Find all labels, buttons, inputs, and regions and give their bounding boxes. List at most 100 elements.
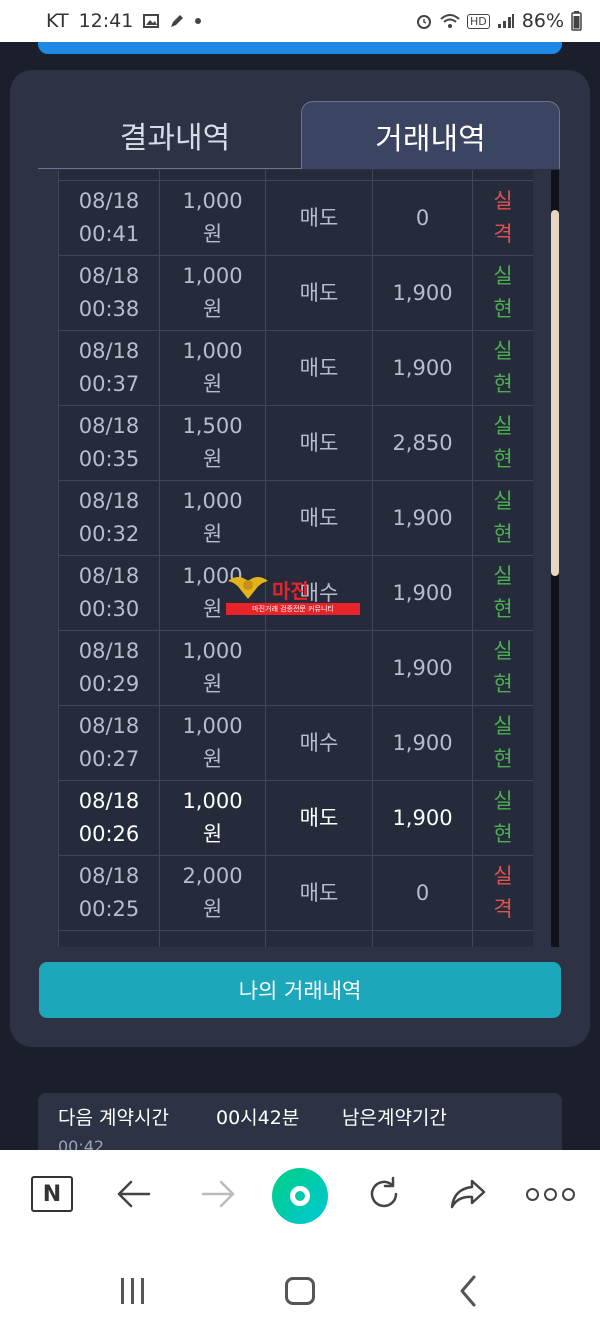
trade-payout: 1,900 xyxy=(373,631,473,705)
trade-amount: 1,000 원 xyxy=(160,256,266,330)
naver-icon: N xyxy=(31,1176,73,1212)
wifi-icon xyxy=(440,13,460,29)
trade-type: 매도 xyxy=(266,481,373,555)
trade-datetime: 08/18 00:30 xyxy=(58,556,160,630)
table-row: 08/18 00:41 1,000 원 매도 0 실격 xyxy=(58,181,533,256)
trade-payout: 1,900 xyxy=(373,481,473,555)
trade-type: 매도 xyxy=(266,781,373,855)
reload-icon xyxy=(370,1176,398,1208)
trade-amount: 2,000 원 xyxy=(160,856,266,930)
trade-payout: 1,900 xyxy=(373,331,473,405)
more-dots-icon xyxy=(525,1187,575,1201)
top-button-edge[interactable] xyxy=(38,42,562,54)
trade-type: 매도 xyxy=(266,331,373,405)
remaining-period-label: 남은계약기간 xyxy=(342,1107,447,1129)
trade-type xyxy=(266,631,373,705)
trade-amount: 1,000 원 xyxy=(160,781,266,855)
trade-result: 실현 xyxy=(493,489,513,546)
trade-result: 실현 xyxy=(493,789,513,846)
trade-result: 실현 xyxy=(493,714,513,771)
reload-button[interactable] xyxy=(356,1166,412,1222)
tab-divider xyxy=(38,168,302,169)
home-button[interactable] xyxy=(280,1271,320,1311)
trade-amount: 1,000 원 xyxy=(160,631,266,705)
browser-back-button[interactable] xyxy=(106,1166,162,1222)
table-row: 08/18 00:26 1,000 원 매도 1,900 실현 xyxy=(58,781,533,856)
battery-icon xyxy=(571,11,582,31)
trade-amount: 1,000 원 xyxy=(160,331,266,405)
share-arrow-icon xyxy=(450,1179,486,1209)
carrier-label: KT xyxy=(46,10,69,32)
table-row xyxy=(58,931,533,947)
green-dot-button[interactable] xyxy=(272,1168,328,1224)
clock: 12:41 xyxy=(78,10,134,32)
trade-payout: 1,900 xyxy=(373,256,473,330)
arrow-right-icon xyxy=(201,1180,235,1208)
scrollbar-thumb[interactable] xyxy=(551,210,559,576)
table-row: 08/18 00:35 1,500 원 매도 2,850 실현 xyxy=(58,406,533,481)
gallery-icon xyxy=(143,14,160,28)
green-dot-icon xyxy=(290,1186,310,1206)
next-contract-value: 00시42분 xyxy=(216,1107,300,1129)
chevron-left-icon xyxy=(460,1275,476,1307)
trade-payout: 2,850 xyxy=(373,406,473,480)
tab-results[interactable]: 결과내역 xyxy=(50,101,300,169)
status-bar: KT 12:41 HD 86% xyxy=(0,0,600,42)
trade-result: 실현 xyxy=(493,264,513,321)
trade-amount: 1,500 원 xyxy=(160,406,266,480)
recent-apps-icon xyxy=(120,1278,144,1304)
my-trade-history-button[interactable]: 나의 거래내역 xyxy=(39,962,561,1018)
trade-datetime: 08/18 00:41 xyxy=(58,181,160,255)
table-row: 08/18 00:32 1,000 원 매도 1,900 실현 xyxy=(58,481,533,556)
trade-payout: 1,900 xyxy=(373,781,473,855)
trade-type: 매도 xyxy=(266,181,373,255)
trade-datetime: 08/18 00:27 xyxy=(58,706,160,780)
browser-toolbar: N xyxy=(0,1150,600,1245)
system-back-button[interactable] xyxy=(448,1271,488,1311)
pen-icon xyxy=(169,13,185,29)
trade-result: 실현 xyxy=(493,339,513,396)
trade-datetime: 08/18 00:37 xyxy=(58,331,160,405)
battery-percent: 86% xyxy=(521,10,564,32)
watermark-tagline: 마진거래 검증전문 커뮤니티 xyxy=(226,603,360,615)
share-button[interactable] xyxy=(440,1166,496,1222)
trade-amount: 1,000 원 xyxy=(160,706,266,780)
trade-result: 실현 xyxy=(493,414,513,471)
trade-type: 매수 xyxy=(266,706,373,780)
eagle-emblem-icon xyxy=(228,577,268,599)
trade-type: 매도 xyxy=(266,406,373,480)
contract-info: 다음 계약시간 00시42분 남은계약기간 00:42 xyxy=(38,1093,562,1156)
trade-table[interactable]: 08/18 00:41 1,000 원 매도 0 실격 08/18 00:38 1,0… xyxy=(58,170,533,947)
signal-icon xyxy=(497,13,515,29)
tab-trades[interactable]: 거래내역 xyxy=(301,101,560,169)
trade-amount: 1,000 원 xyxy=(160,481,266,555)
trade-payout: 0 xyxy=(373,856,473,930)
browser-forward-button[interactable] xyxy=(190,1166,246,1222)
more-options-button[interactable] xyxy=(522,1166,578,1222)
hd-voice-icon: HD xyxy=(467,13,490,29)
trade-payout: 1,900 xyxy=(373,556,473,630)
table-row: 08/18 00:29 1,000 원 1,900 실현 xyxy=(58,631,533,706)
naver-home-button[interactable]: N xyxy=(24,1166,80,1222)
watermark-logo: 마진 마진거래 검증전문 커뮤니티 xyxy=(226,575,360,615)
trade-payout: 1,900 xyxy=(373,706,473,780)
trade-datetime: 08/18 00:29 xyxy=(58,631,160,705)
trade-result: 실현 xyxy=(493,564,513,621)
home-icon xyxy=(285,1277,315,1305)
table-row xyxy=(58,170,533,181)
watermark-name: 마진 xyxy=(272,579,309,603)
trade-datetime: 08/18 00:35 xyxy=(58,406,160,480)
alarm-icon xyxy=(415,12,433,30)
trade-result: 실현 xyxy=(493,639,513,696)
trade-datetime: 08/18 00:32 xyxy=(58,481,160,555)
table-row: 08/18 00:27 1,000 원 매수 1,900 실현 xyxy=(58,706,533,781)
recent-apps-button[interactable] xyxy=(112,1271,152,1311)
trade-type: 매도 xyxy=(266,256,373,330)
trade-amount: 1,000 원 xyxy=(160,181,266,255)
trade-result: 실격 xyxy=(493,864,513,921)
notification-dot-icon xyxy=(195,18,202,24)
trade-result: 실격 xyxy=(493,189,513,246)
trade-datetime: 08/18 00:26 xyxy=(58,781,160,855)
table-row: 08/18 00:25 2,000 원 매도 0 실격 xyxy=(58,856,533,931)
table-scrollbar[interactable] xyxy=(551,170,559,947)
